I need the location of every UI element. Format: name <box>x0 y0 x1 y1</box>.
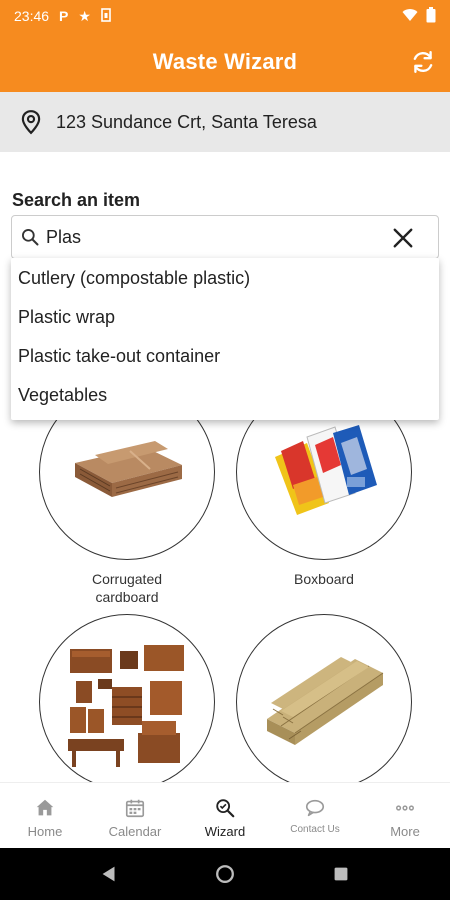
home-button-icon[interactable] <box>214 863 236 885</box>
location-pin-icon <box>21 110 41 135</box>
status-bar: 23:46 P ★ <box>0 0 450 32</box>
category-label: Corrugated cardboard <box>91 571 163 605</box>
close-icon[interactable] <box>392 227 414 249</box>
suggestion-item[interactable]: Plastic take-out container <box>11 339 439 378</box>
more-icon <box>396 805 414 811</box>
category-furniture[interactable] <box>39 614 215 782</box>
app-bar: Waste Wizard <box>0 32 450 92</box>
wizard-icon <box>216 799 235 818</box>
nav-home[interactable]: Home <box>0 783 90 848</box>
app-title: Waste Wizard <box>152 49 298 74</box>
recents-icon[interactable] <box>330 863 352 885</box>
category-lumber[interactable] <box>236 614 412 782</box>
suggestion-item[interactable]: Vegetables <box>11 378 439 417</box>
nav-label: Contact Us <box>290 824 340 835</box>
search-query: Plas <box>46 226 82 247</box>
category-image <box>236 614 412 782</box>
nav-label: Home <box>27 824 63 839</box>
sim-icon <box>101 7 111 25</box>
suggestion-item[interactable]: Cutlery (compostable plastic) <box>11 261 439 300</box>
parking-icon: P <box>59 8 69 24</box>
chat-icon <box>305 799 325 817</box>
refresh-icon[interactable] <box>410 49 436 75</box>
search-input[interactable]: Plas <box>11 215 439 259</box>
nav-label: Calendar <box>108 824 162 839</box>
nav-label: Wizard <box>204 824 246 839</box>
suggestions-dropdown: Cutlery (compostable plastic) Plastic wr… <box>11 258 439 420</box>
suggestion-item[interactable]: Plastic wrap <box>11 300 439 339</box>
nav-calendar[interactable]: Calendar <box>90 783 180 848</box>
star-icon: ★ <box>78 7 91 24</box>
bottom-navigation: Home Calendar Wizard Contact Us More <box>0 782 450 848</box>
calendar-icon <box>125 799 145 818</box>
category-label: Boxboard <box>294 571 354 587</box>
category-grid: Corrugated cardboard Boxboard <box>0 380 450 782</box>
nav-wizard[interactable]: Wizard <box>180 783 270 848</box>
home-icon <box>36 799 54 816</box>
system-navigation-bar <box>0 848 450 900</box>
nav-contact-us[interactable]: Contact Us <box>270 783 360 848</box>
back-icon[interactable] <box>98 863 120 885</box>
battery-icon <box>426 6 436 26</box>
nav-label: More <box>390 824 420 839</box>
address-text: 123 Sundance Crt, Santa Teresa <box>56 111 317 132</box>
category-image <box>39 614 215 782</box>
search-icon <box>22 229 39 246</box>
status-time: 23:46 <box>14 8 50 24</box>
wifi-icon <box>402 8 418 25</box>
search-label: Search an item <box>12 190 141 210</box>
address-bar[interactable]: 123 Sundance Crt, Santa Teresa <box>0 92 450 152</box>
nav-more[interactable]: More <box>360 783 450 848</box>
